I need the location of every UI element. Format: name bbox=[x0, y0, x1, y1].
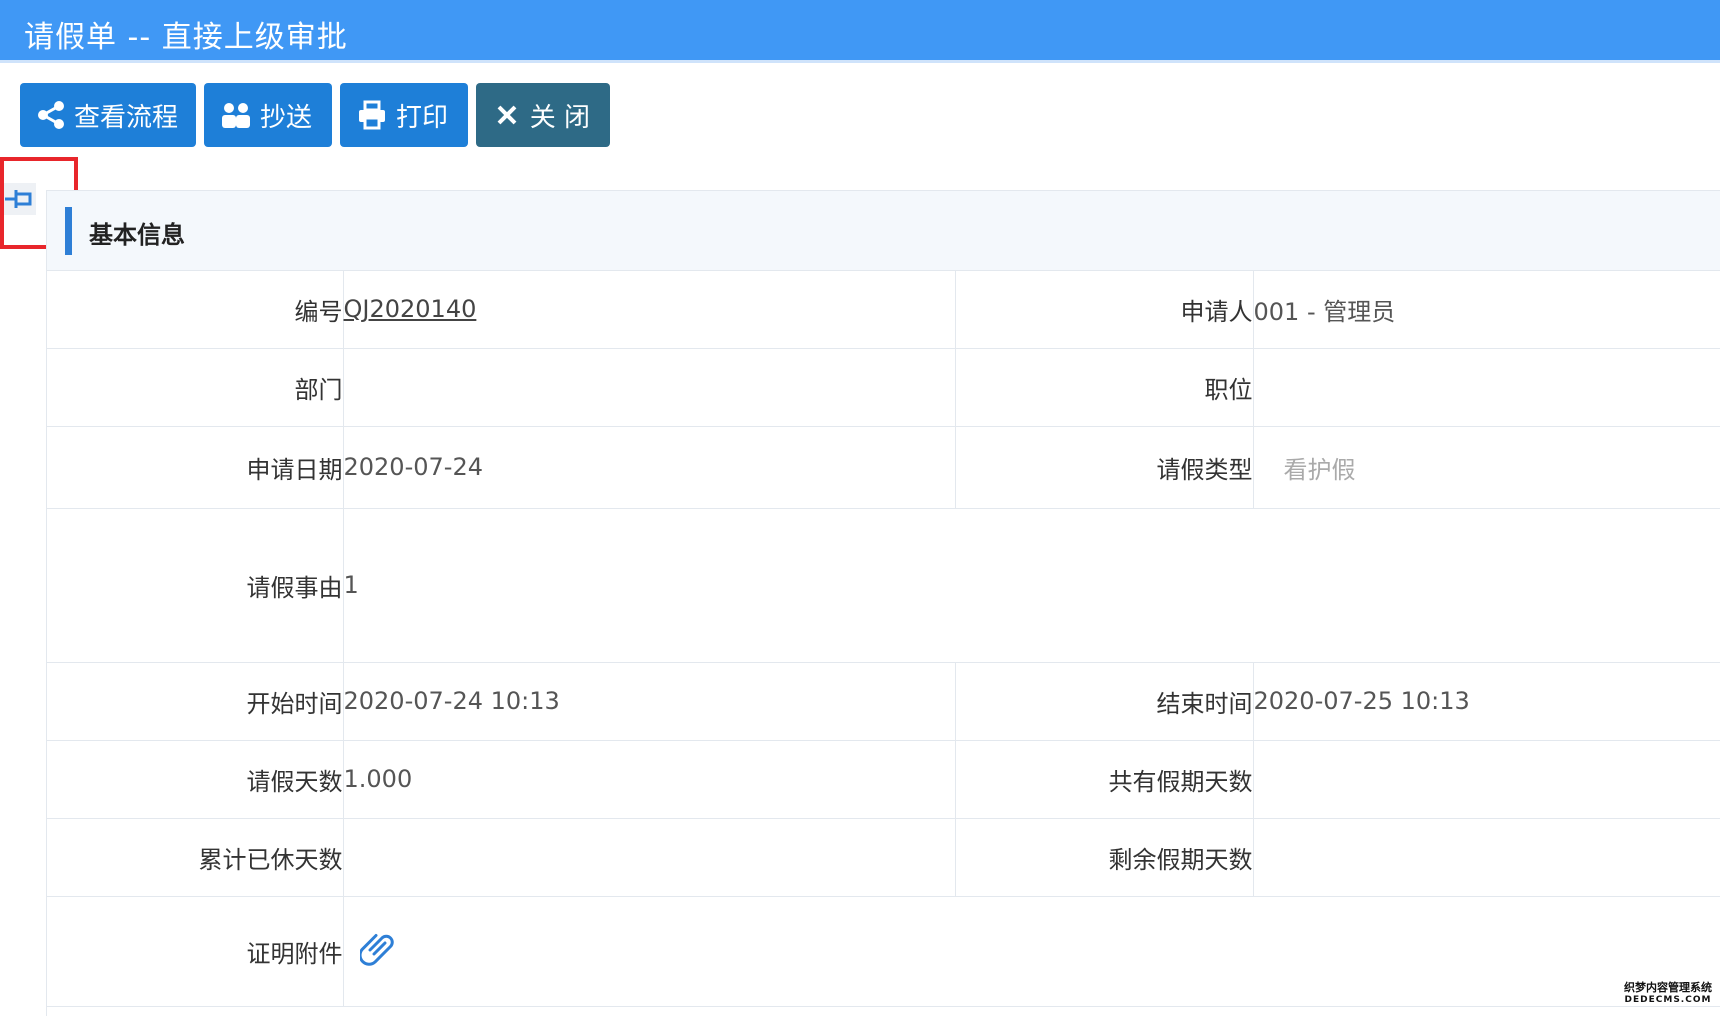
users-icon bbox=[220, 99, 252, 131]
position-label: 职位 bbox=[954, 347, 1254, 427]
reason-label: 请假事由 bbox=[47, 507, 344, 663]
applicant-label: 申请人 bbox=[954, 271, 1254, 349]
table-row: 请假事由 1 bbox=[47, 507, 1720, 663]
window-title: 请假单 -- 直接上级审批 bbox=[24, 20, 348, 55]
end-time-label: 结束时间 bbox=[954, 661, 1254, 741]
watermark: 织梦内容管理系统 DEDECMS.COM bbox=[1624, 982, 1712, 1006]
print-label: 打印 bbox=[395, 102, 448, 133]
cc-button[interactable]: 抄送 bbox=[204, 83, 332, 147]
table-row: 申请日期 2020-07-24 请假类型 看护假 bbox=[47, 425, 1720, 509]
close-icon bbox=[492, 99, 522, 131]
table-row: 请假天数 1.000 共有假期天数 bbox=[47, 739, 1720, 819]
start-time-value: 2020-07-24 10:13 bbox=[342, 661, 956, 741]
section-title: 基本信息 bbox=[89, 221, 185, 249]
section-accent-bar bbox=[65, 207, 72, 255]
number-cell: QJ2020140 bbox=[342, 271, 956, 349]
leave-days-label: 请假天数 bbox=[47, 739, 344, 819]
number-link[interactable]: QJ2020140 bbox=[344, 295, 477, 323]
section-header: 基本信息 bbox=[47, 191, 1720, 271]
view-flow-label: 查看流程 bbox=[74, 102, 179, 133]
pin-icon bbox=[4, 187, 34, 215]
total-holiday-label: 共有假期天数 bbox=[954, 739, 1254, 819]
leave-type-value: 看护假 bbox=[1252, 425, 1720, 509]
remaining-days-label: 剩余假期天数 bbox=[954, 817, 1254, 897]
close-button[interactable]: 关 闭 bbox=[476, 83, 610, 147]
leave-type-label: 请假类型 bbox=[954, 425, 1254, 509]
used-days-label: 累计已休天数 bbox=[47, 817, 344, 897]
total-holiday-value bbox=[1252, 739, 1720, 819]
table-row: 证明附件 bbox=[47, 895, 1720, 1007]
remaining-days-value bbox=[1252, 817, 1720, 897]
watermark-line2: DEDECMS.COM bbox=[1624, 995, 1712, 1005]
print-button[interactable]: 打印 bbox=[340, 83, 468, 147]
table-row: 编号 QJ2020140 申请人 001 - 管理员 bbox=[47, 271, 1720, 349]
end-time-value: 2020-07-25 10:13 bbox=[1252, 661, 1720, 741]
leave-days-value: 1.000 bbox=[342, 739, 956, 819]
position-value bbox=[1252, 347, 1720, 427]
share-icon bbox=[36, 99, 66, 131]
title-bar: 请假单 -- 直接上级审批 bbox=[0, 0, 1720, 63]
department-label: 部门 bbox=[47, 347, 344, 427]
form-panel: 基本信息 编号 QJ2020140 申请人 001 - 管理员 部门 职位 申请… bbox=[46, 190, 1720, 1016]
used-days-value bbox=[342, 817, 956, 897]
table-row: 开始时间 2020-07-24 10:13 结束时间 2020-07-25 10… bbox=[47, 661, 1720, 741]
table-row: 部门 职位 bbox=[47, 347, 1720, 427]
watermark-line1: 织梦内容管理系统 bbox=[1624, 981, 1712, 994]
attachment-cell bbox=[342, 895, 1720, 1007]
number-label: 编号 bbox=[47, 271, 344, 349]
printer-icon bbox=[356, 99, 388, 131]
table-row: 累计已休天数 剩余假期天数 bbox=[47, 817, 1720, 897]
department-value bbox=[342, 347, 956, 427]
paperclip-icon[interactable] bbox=[358, 932, 396, 976]
close-label: 关 闭 bbox=[529, 102, 590, 133]
reason-value: 1 bbox=[342, 507, 1720, 663]
apply-date-label: 申请日期 bbox=[47, 425, 344, 509]
toolbar: 查看流程 抄送 打印 关 闭 bbox=[20, 83, 610, 147]
leave-form-table: 编号 QJ2020140 申请人 001 - 管理员 部门 职位 申请日期 20… bbox=[47, 271, 1720, 1007]
apply-date-value: 2020-07-24 bbox=[342, 425, 956, 509]
start-time-label: 开始时间 bbox=[47, 661, 344, 741]
applicant-value: 001 - 管理员 bbox=[1252, 271, 1720, 349]
cc-label: 抄送 bbox=[259, 102, 312, 133]
view-flow-button[interactable]: 查看流程 bbox=[20, 83, 196, 147]
attachment-label: 证明附件 bbox=[47, 895, 344, 1007]
